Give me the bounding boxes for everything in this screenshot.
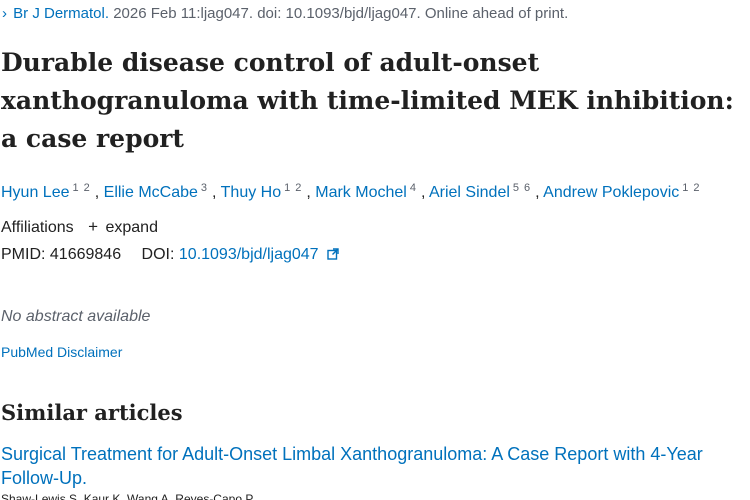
citation-details: 2026 Feb 11:ljag047. doi: 10.1093/bjd/lj…: [109, 5, 569, 22]
affiliation-ref[interactable]: 1: [73, 182, 79, 194]
affiliation-ref[interactable]: 4: [410, 182, 416, 194]
author-affiliation-refs[interactable]: 3: [201, 182, 212, 194]
author-separator: ,: [535, 184, 544, 201]
affiliation-ref[interactable]: 2: [84, 182, 90, 194]
affiliations-row: Affiliations + expand: [1, 216, 158, 239]
affiliation-ref[interactable]: 1: [682, 182, 688, 194]
author-separator: ,: [212, 184, 221, 201]
affiliation-ref[interactable]: 5: [513, 182, 519, 194]
affiliation-ref[interactable]: 2: [693, 182, 699, 194]
author-link[interactable]: Thuy Ho: [221, 184, 281, 201]
affiliation-ref[interactable]: 1: [284, 182, 290, 194]
chevron-right-icon[interactable]: ›: [2, 5, 7, 22]
pubmed-disclaimer-link[interactable]: PubMed Disclaimer: [1, 344, 122, 360]
article-title: Durable disease control of adult-onset x…: [1, 48, 734, 153]
author-link[interactable]: Ellie McCabe: [104, 184, 198, 201]
similar-article-authors: Shaw-Lewis S, Kaur K, Wang A, Reyes-Capo…: [1, 492, 256, 500]
similar-article-link[interactable]: Surgical Treatment for Adult-Onset Limba…: [1, 442, 749, 490]
expand-affiliations-button[interactable]: expand: [105, 219, 158, 236]
no-abstract-note: No abstract available: [1, 308, 151, 325]
pmid-value: 41669846: [49, 246, 122, 263]
identifiers-row: PMID: 41669846 DOI: 10.1093/bjd/ljag047: [1, 244, 339, 267]
author-link[interactable]: Andrew Poklepovic: [543, 184, 679, 201]
author-affiliation-refs[interactable]: 12: [284, 182, 306, 194]
pmid-label: PMID:: [1, 246, 46, 263]
author-affiliation-refs[interactable]: 56: [513, 182, 535, 194]
author-separator: ,: [420, 184, 429, 201]
doi-link[interactable]: 10.1093/bjd/ljag047: [179, 246, 319, 263]
plus-icon[interactable]: +: [88, 217, 98, 236]
citation-line: › Br J Dermatol. 2026 Feb 11:ljag047. do…: [2, 4, 568, 24]
author-separator: ,: [306, 184, 316, 201]
author-separator: ,: [94, 184, 104, 201]
journal-link[interactable]: Br J Dermatol.: [13, 5, 109, 22]
similar-articles-heading: Similar articles: [1, 400, 183, 425]
author-link[interactable]: Mark Mochel: [315, 184, 407, 201]
affiliation-ref[interactable]: 2: [295, 182, 301, 194]
author-affiliation-refs[interactable]: 12: [73, 182, 95, 194]
author-list: Hyun Lee 1 2, Ellie McCabe 3, Thuy Ho 1 2, Ma…: [1, 177, 705, 204]
affiliation-ref[interactable]: 6: [524, 182, 530, 194]
affiliation-ref[interactable]: 3: [201, 182, 207, 194]
author-link[interactable]: Hyun Lee: [1, 184, 70, 201]
doi-label: DOI:: [141, 246, 175, 263]
affiliations-label: Affiliations: [1, 219, 74, 236]
author-affiliation-refs[interactable]: 4: [410, 182, 421, 194]
author-link[interactable]: Ariel Sindel: [429, 184, 510, 201]
author-affiliation-refs[interactable]: 12: [682, 182, 704, 194]
external-link-icon[interactable]: [327, 245, 339, 267]
